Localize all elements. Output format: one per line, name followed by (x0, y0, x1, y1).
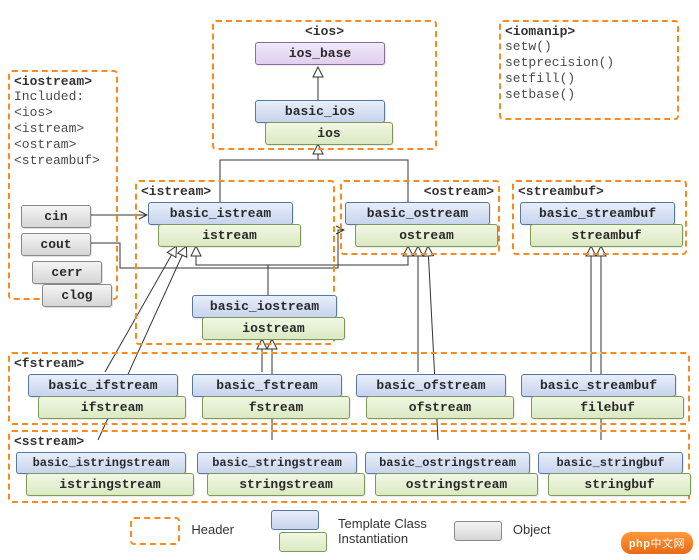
instantiation-label: fstream (202, 396, 350, 419)
template-class-label: basic_ios (255, 100, 385, 123)
instantiation-label: filebuf (531, 396, 684, 419)
iomanip-line: setprecision() (501, 55, 677, 71)
class-basic-istream: basic_istream istream (148, 202, 293, 247)
template-class-label: basic_stringbuf (538, 452, 683, 474)
template-class-label: basic_ostream (345, 202, 490, 225)
iostream-line: <istream> (10, 121, 116, 137)
instantiation-label: ostream (355, 224, 498, 247)
class-basic-ostream: basic_ostream ostream (345, 202, 490, 247)
instantiation-label: ostringstream (375, 473, 538, 496)
legend-swatch-header (130, 517, 180, 545)
class-basic-iostream: basic_iostream iostream (192, 295, 337, 340)
class-basic-fstream: basic_fstream fstream (192, 374, 342, 419)
object-cin: cin (21, 205, 91, 228)
class-basic-stringbuf: basic_stringbuf stringbuf (538, 452, 683, 496)
instantiation-label: stringbuf (548, 473, 691, 496)
instantiation-label: streambuf (530, 224, 683, 247)
legend-swatch-object (454, 521, 502, 541)
header-fstream-title: <fstream> (10, 354, 688, 371)
header-streambuf-title: <streambuf> (514, 182, 685, 199)
instantiation-label: istringstream (26, 473, 194, 496)
class-basic-streambuf: basic_streambuf streambuf (520, 202, 675, 247)
watermark-suffix: 中文网 (651, 538, 686, 550)
instantiation-label: iostream (202, 317, 345, 340)
template-class-label: ios_base (255, 42, 385, 65)
header-iomanip: <iomanip> setw() setprecision() setfill(… (499, 20, 679, 120)
header-istream-title: <istream> (137, 182, 333, 199)
class-filebuf: basic_streambuf filebuf (521, 374, 676, 419)
class-basic-ios: basic_ios ios (255, 100, 385, 145)
class-basic-stringstream: basic_stringstream stringstream (197, 452, 357, 496)
class-basic-ostringstream: basic_ostringstream ostringstream (365, 452, 530, 496)
template-class-label: basic_istringstream (16, 452, 186, 474)
template-class-label: basic_iostream (192, 295, 337, 318)
template-class-label: basic_ostringstream (365, 452, 530, 474)
iostream-line: <ostram> (10, 137, 116, 153)
diagram-canvas: <ios> ios_base basic_ios ios <iomanip> s… (0, 0, 699, 560)
template-class-label: basic_istream (148, 202, 293, 225)
instantiation-label: stringstream (207, 473, 365, 496)
iomanip-line: setbase() (501, 87, 677, 103)
iostream-line: Included: (10, 89, 116, 105)
template-class-label: basic_ofstream (356, 374, 506, 397)
instantiation-label: ios (265, 122, 393, 145)
iomanip-line: setw() (501, 39, 677, 55)
header-iostream-title: <iostream> (10, 72, 116, 89)
watermark: php中文网 (621, 532, 693, 554)
header-ostream-title: <ostream> (342, 182, 498, 199)
legend-label-header: Header (191, 522, 234, 537)
template-class-label: basic_streambuf (521, 374, 676, 397)
class-ios-base: ios_base (255, 42, 385, 65)
template-class-label: basic_fstream (192, 374, 342, 397)
legend-label-template: Template Class (338, 516, 427, 531)
legend-label-instantiation: Instantiation (338, 531, 408, 546)
legend-swatch-template (271, 510, 319, 530)
object-clog: clog (42, 284, 112, 307)
iostream-line: <ios> (10, 105, 116, 121)
watermark-brand: php (629, 538, 651, 550)
object-cerr: cerr (32, 261, 102, 284)
template-class-label: basic_ifstream (28, 374, 178, 397)
object-cout: cout (21, 233, 91, 256)
iomanip-line: setfill() (501, 71, 677, 87)
instantiation-label: ofstream (366, 396, 514, 419)
iostream-line: <streambuf> (10, 153, 116, 169)
legend: Header Template Class Instantiation Obje… (130, 510, 650, 554)
class-basic-ofstream: basic_ofstream ofstream (356, 374, 506, 419)
template-class-label: basic_stringstream (197, 452, 357, 474)
legend-swatch-instantiation (279, 532, 327, 552)
class-basic-ifstream: basic_ifstream ifstream (28, 374, 178, 419)
class-basic-istringstream: basic_istringstream istringstream (16, 452, 186, 496)
legend-label-object: Object (513, 522, 551, 537)
header-sstream-title: <sstream> (10, 432, 688, 449)
instantiation-label: ifstream (38, 396, 186, 419)
instantiation-label: istream (158, 224, 301, 247)
header-ios-title: <ios> (214, 22, 435, 39)
header-iomanip-title: <iomanip> (501, 22, 677, 39)
template-class-label: basic_streambuf (520, 202, 675, 225)
